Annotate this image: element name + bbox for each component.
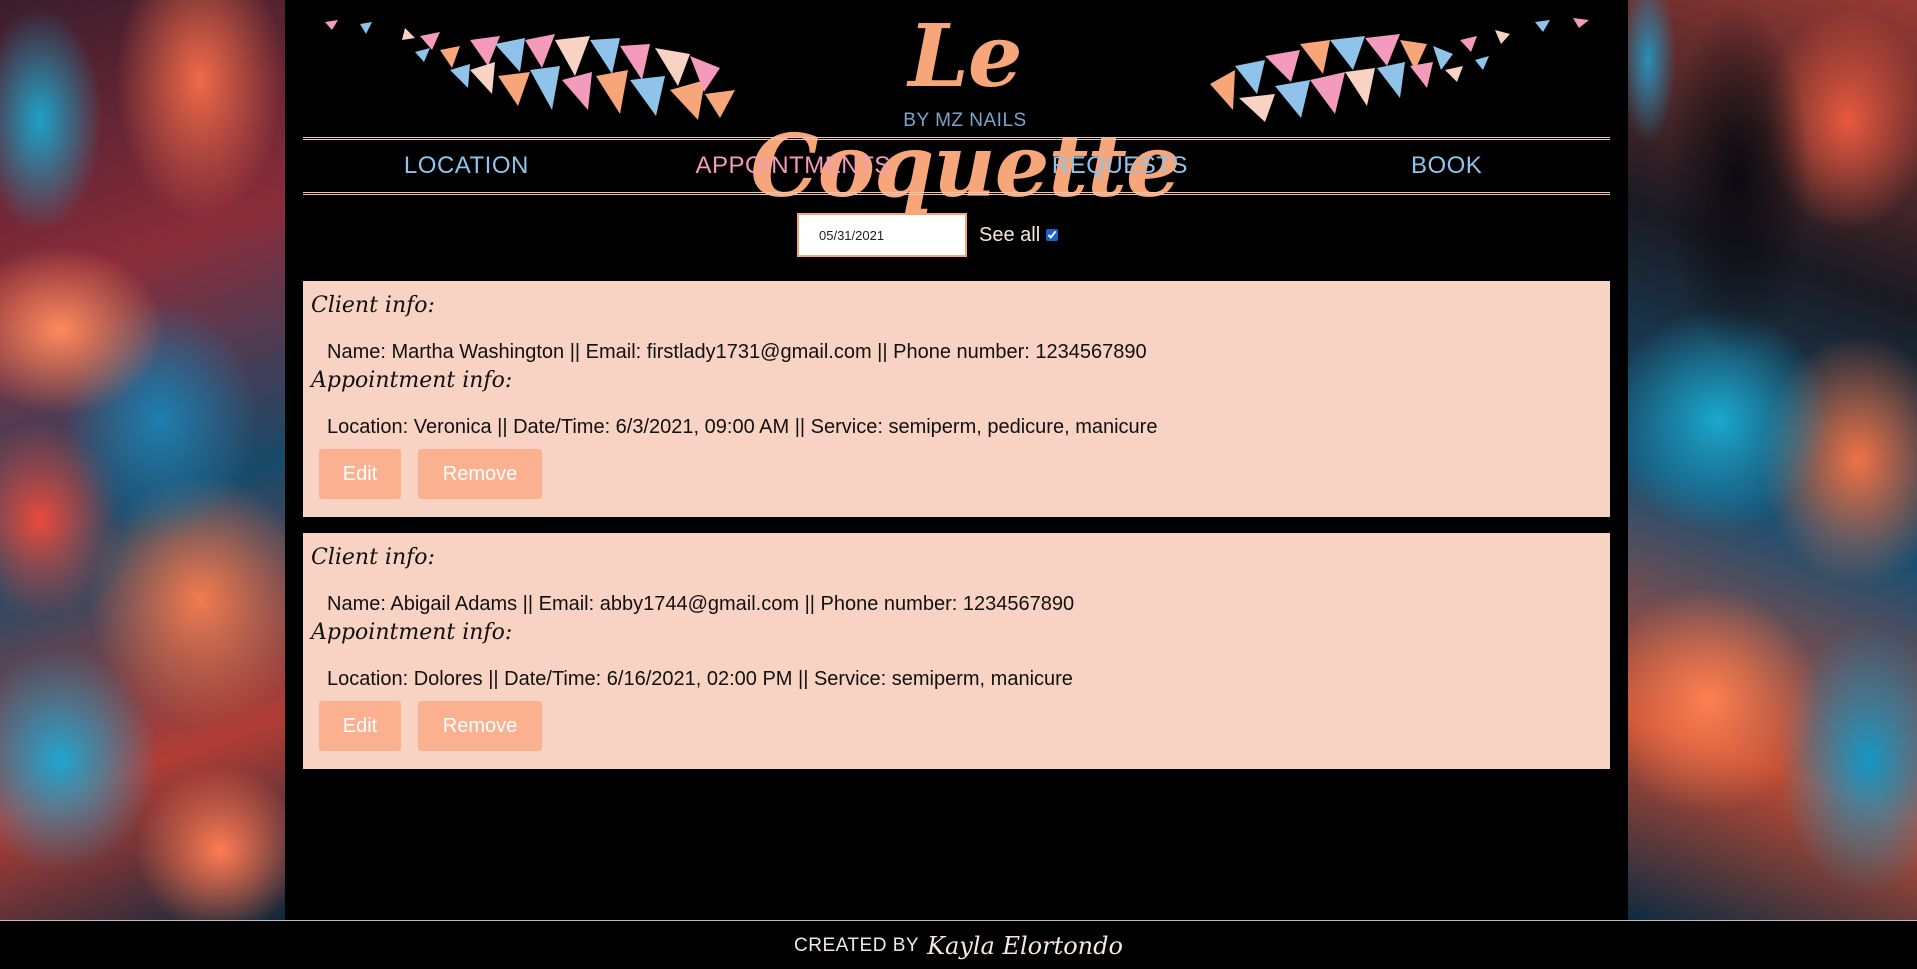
site-footer: CREATED BY Kayla Elortondo	[0, 920, 1917, 969]
geometric-decoration-right	[1210, 18, 1589, 122]
geometric-decoration-left	[325, 20, 735, 120]
appointment-info-text: Location: Veronica || Date/Time: 6/3/202…	[327, 416, 1158, 438]
edit-button[interactable]: Edit	[319, 449, 401, 499]
appointment-info-text: Location: Dolores || Date/Time: 6/16/202…	[327, 668, 1073, 690]
appointment-filter: See all	[797, 213, 1061, 257]
background-art-right	[1628, 0, 1917, 920]
main-container: Le Coquette BY MZ NAILS LOCATION APPOINT…	[285, 0, 1628, 920]
nav-book[interactable]: BOOK	[1283, 152, 1610, 180]
nav-location[interactable]: LOCATION	[303, 152, 630, 180]
client-info-text: Name: Martha Washington || Email: firstl…	[327, 341, 1147, 363]
appointment-card: Client info: Name: Martha Washington || …	[303, 281, 1610, 517]
date-filter-input[interactable]	[797, 213, 967, 257]
page: Le Coquette BY MZ NAILS LOCATION APPOINT…	[0, 0, 1917, 969]
client-info-heading: Client info:	[311, 545, 435, 570]
appointment-card: Client info: Name: Abigail Adams || Emai…	[303, 533, 1610, 769]
brand-subtitle: BY MZ NAILS	[903, 110, 1027, 131]
site-header: Le Coquette BY MZ NAILS	[285, 0, 1628, 217]
client-info-heading: Client info:	[311, 293, 435, 318]
remove-button[interactable]: Remove	[418, 701, 542, 751]
appointment-info-heading: Appointment info:	[311, 620, 513, 645]
edit-button[interactable]: Edit	[319, 701, 401, 751]
footer-credit-prefix: CREATED BY	[794, 934, 920, 956]
nav-appointments[interactable]: APPOINTMENTS	[630, 152, 957, 180]
background-art-left	[0, 0, 285, 920]
client-info-text: Name: Abigail Adams || Email: abby1744@g…	[327, 593, 1075, 615]
footer-author-name: Kayla Elortondo	[927, 931, 1123, 960]
remove-button[interactable]: Remove	[418, 449, 542, 499]
nav-requests[interactable]: REQUESTS	[957, 152, 1284, 180]
appointment-info-heading: Appointment info:	[311, 368, 513, 393]
main-nav: LOCATION APPOINTMENTS REQUESTS BOOK	[303, 137, 1610, 195]
see-all-checkbox[interactable]	[1046, 229, 1059, 241]
see-all-label: See all	[979, 223, 1041, 246]
